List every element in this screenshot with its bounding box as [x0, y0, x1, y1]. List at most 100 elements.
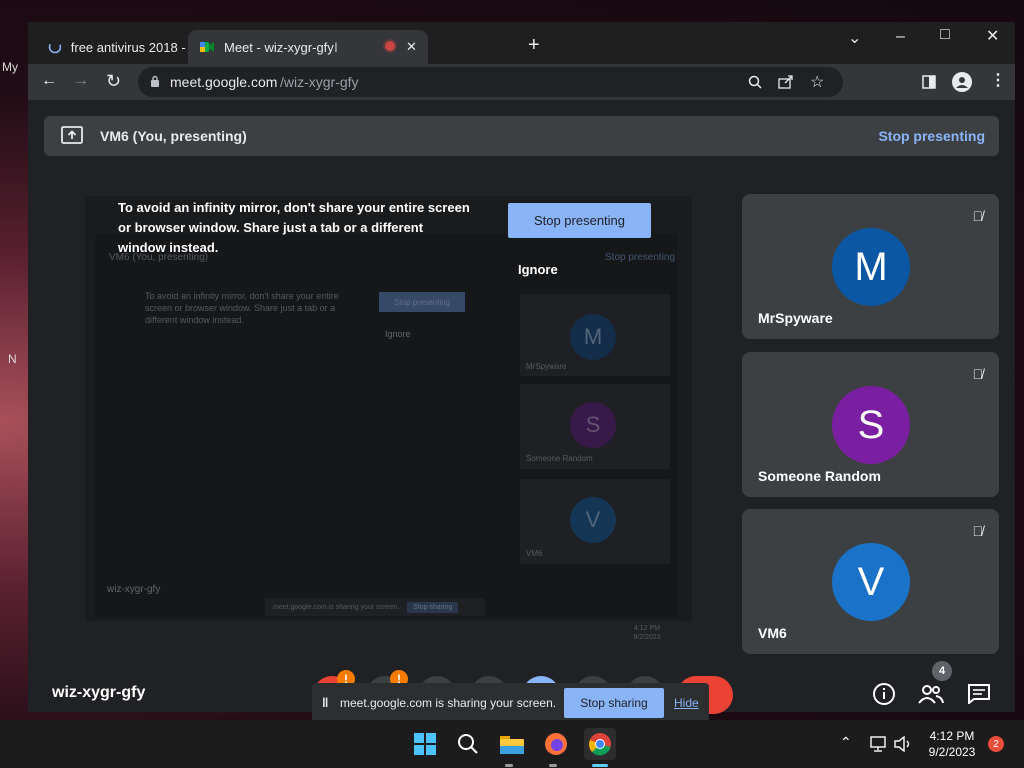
- minimize-icon[interactable]: –: [896, 28, 905, 46]
- notice-stop-presenting-button[interactable]: Stop presenting: [508, 203, 651, 238]
- participant-tile: 🎙̸ V VM6: [742, 509, 999, 654]
- hide-link[interactable]: Hide: [674, 696, 699, 710]
- presentation-view: VM6 (You, presenting) Stop presenting To…: [85, 196, 692, 641]
- mirror-share-text: meet.google.com is sharing your screen.: [273, 603, 400, 611]
- mirror-time: 4:12 PM: [633, 625, 661, 632]
- tab-bar: free antivirus 2018 - G Meet - wiz-xygr-…: [28, 22, 1015, 64]
- tab-title: Meet - wiz-xygr-gfy: [224, 39, 334, 55]
- search-button[interactable]: [452, 728, 484, 760]
- tab-title: free antivirus 2018 - G: [70, 39, 188, 55]
- mirror-name: MrSpyware: [526, 362, 567, 371]
- mirror-share-button: Stop sharing: [407, 601, 459, 613]
- meeting-code: wiz-xygr-gfy: [52, 684, 146, 701]
- avatar: M: [832, 228, 910, 306]
- mirror-stop: Stop presenting: [605, 252, 676, 263]
- mirror-clock: 4:12 PM 9/2/2023: [617, 624, 677, 642]
- mirror-avatar: M: [570, 314, 616, 360]
- search-icon: [458, 734, 478, 754]
- more-menu-icon[interactable]: ⋮: [990, 70, 1006, 90]
- maximize-icon[interactable]: □: [940, 26, 950, 44]
- desktop-icon-label: My: [2, 60, 18, 74]
- bookmark-star-icon[interactable]: ☆: [810, 72, 824, 92]
- mirror-date: 9/2/2023: [633, 634, 661, 641]
- participant-name: VM6: [758, 625, 787, 641]
- chrome-button[interactable]: [584, 728, 616, 760]
- reload-icon[interactable]: ↻: [106, 71, 121, 92]
- volume-icon[interactable]: [894, 736, 912, 752]
- presenting-banner: VM6 (You, presenting) Stop presenting: [44, 116, 999, 156]
- url-path: /wiz-xygr-gfy: [280, 74, 359, 90]
- mirror-tile: S Someone Random: [520, 384, 670, 469]
- firefox-icon: [545, 733, 567, 755]
- mirror-name: Someone Random: [526, 454, 593, 463]
- people-icon[interactable]: [918, 684, 944, 704]
- close-window-icon[interactable]: ✕: [986, 26, 999, 46]
- tab-antivirus[interactable]: free antivirus 2018 - G: [36, 30, 188, 64]
- mirror-name: VM6: [526, 549, 543, 558]
- firefox-button[interactable]: [540, 728, 572, 760]
- side-panel-icon[interactable]: [922, 75, 936, 89]
- clock-date: 9/2/2023: [928, 745, 976, 759]
- back-icon[interactable]: ←: [41, 72, 57, 90]
- avatar: S: [832, 386, 910, 464]
- share-icon[interactable]: [778, 74, 794, 89]
- start-button[interactable]: [409, 728, 441, 760]
- stop-presenting-link[interactable]: Stop presenting: [878, 128, 985, 144]
- browser-toolbar: ← → ↻ meet.google.com /wiz-xygr-gfy ☆ ⋮: [28, 64, 1015, 100]
- info-icon[interactable]: [872, 682, 896, 706]
- pause-icon[interactable]: ‖: [322, 695, 328, 710]
- notification-badge[interactable]: 2: [988, 736, 1004, 752]
- participant-tile: 🎙̸ M MrSpyware: [742, 194, 999, 339]
- notice-ignore-button[interactable]: Ignore: [518, 262, 558, 277]
- url-host: meet.google.com: [170, 74, 278, 90]
- mirror-stop-button: Stop presenting: [379, 292, 465, 312]
- desktop-icon-label: N: [8, 352, 17, 366]
- search-icon[interactable]: [748, 75, 762, 89]
- tab-meet[interactable]: Meet - wiz-xygr-gfy I ✕: [188, 30, 428, 64]
- taskbar: ⌃ 4:12 PM 9/2/2023 2: [0, 720, 1024, 768]
- active-app-indicator: [592, 764, 608, 767]
- avatar: V: [832, 543, 910, 621]
- close-tab-icon[interactable]: ✕: [406, 39, 417, 55]
- forward-icon[interactable]: →: [73, 72, 89, 90]
- mirror-frame: VM6 (You, presenting) Stop presenting To…: [95, 234, 677, 641]
- new-tab-button[interactable]: +: [528, 35, 540, 55]
- sharing-text: meet.google.com is sharing your screen.: [340, 696, 557, 710]
- tab-search-icon[interactable]: ⌄: [848, 28, 861, 48]
- participant-name: MrSpyware: [758, 310, 833, 326]
- windows-logo-icon: [414, 733, 436, 755]
- participant-tile: 🎙̸ S Someone Random: [742, 352, 999, 497]
- person-icon: [956, 77, 968, 88]
- mirror-tile: M MrSpyware: [520, 294, 670, 376]
- browser-window: free antivirus 2018 - G Meet - wiz-xygr-…: [28, 22, 1015, 725]
- mic-off-icon: 🎙̸: [972, 208, 984, 224]
- network-icon[interactable]: [870, 736, 888, 752]
- mirror-tile: V VM6: [520, 479, 670, 564]
- stop-sharing-button[interactable]: Stop sharing: [564, 688, 664, 718]
- presenting-title: VM6 (You, presenting): [100, 128, 247, 144]
- tray-chevron-icon[interactable]: ⌃: [840, 734, 852, 751]
- mirror-notice: To avoid an infinity mirror, don't share…: [145, 291, 339, 325]
- profile-avatar[interactable]: [952, 72, 972, 92]
- infinity-mirror-notice: To avoid an infinity mirror, don't share…: [118, 200, 470, 255]
- loading-icon: [48, 40, 61, 54]
- mirror-avatar: V: [570, 497, 616, 543]
- clock[interactable]: 4:12 PM 9/2/2023: [918, 728, 986, 760]
- meet-logo-icon: [200, 42, 214, 52]
- recording-icon: [385, 41, 395, 51]
- file-explorer-button[interactable]: [496, 728, 528, 760]
- address-bar[interactable]: meet.google.com /wiz-xygr-gfy ☆: [138, 67, 843, 97]
- chat-icon[interactable]: [968, 684, 990, 704]
- mic-off-icon: 🎙̸: [972, 523, 984, 539]
- mirror-avatar: S: [570, 402, 616, 448]
- text-cursor-icon: I: [334, 39, 338, 55]
- people-count-badge: 4: [932, 661, 952, 681]
- folder-icon: [500, 736, 524, 754]
- mirror-ignore: Ignore: [385, 329, 411, 339]
- meet-page: VM6 (You, presenting) Stop presenting VM…: [28, 100, 1015, 725]
- screen-sharing-bar: ‖ meet.google.com is sharing your screen…: [312, 683, 709, 725]
- mirror-meeting-code: wiz-xygr-gfy: [107, 584, 161, 595]
- present-screen-icon: [61, 126, 83, 144]
- lock-icon[interactable]: [150, 75, 160, 88]
- participant-name: Someone Random: [758, 468, 881, 484]
